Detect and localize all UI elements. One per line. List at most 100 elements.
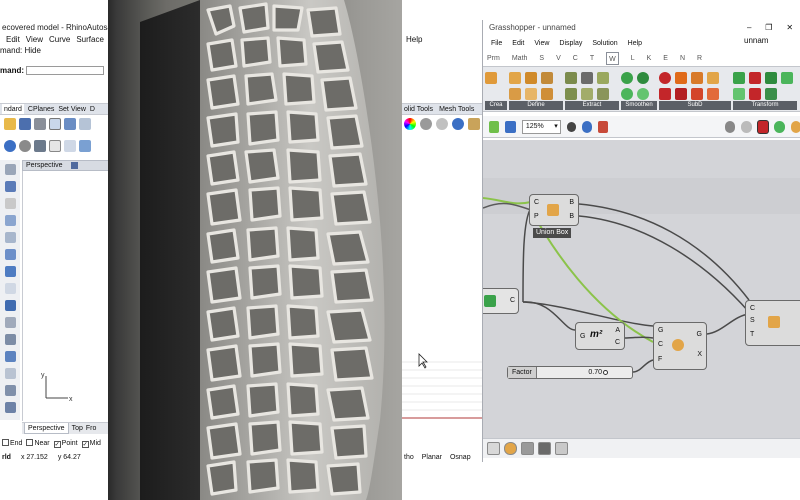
union-box-output-b2[interactable]: B bbox=[569, 213, 574, 220]
properties-icon[interactable] bbox=[64, 140, 76, 152]
tab-standard[interactable]: ndard bbox=[2, 104, 24, 114]
point-icon[interactable] bbox=[4, 181, 16, 192]
subd-box-icon[interactable] bbox=[707, 72, 719, 84]
gh-menu-file[interactable]: File bbox=[491, 38, 502, 50]
gh-menu-help[interactable]: Help bbox=[628, 38, 642, 50]
osnap-end[interactable]: End bbox=[2, 438, 22, 450]
normals-icon[interactable] bbox=[581, 88, 593, 100]
gh-tab-r[interactable]: R bbox=[697, 52, 702, 65]
transform-icon[interactable] bbox=[4, 317, 16, 328]
menu-edit[interactable]: Edit bbox=[6, 34, 20, 46]
vertices-icon[interactable] bbox=[565, 72, 577, 84]
menu-surface[interactable]: Surface bbox=[76, 34, 104, 46]
viewport-dropdown-icon[interactable] bbox=[70, 161, 78, 169]
save-icon[interactable] bbox=[19, 118, 31, 130]
zoom-extents-icon[interactable] bbox=[566, 121, 576, 132]
preview-off-icon[interactable] bbox=[724, 120, 736, 133]
subd-triangle-icon[interactable] bbox=[659, 88, 671, 100]
boolean-icon[interactable] bbox=[4, 334, 16, 345]
download-icon[interactable] bbox=[521, 442, 534, 455]
gh-tab-k[interactable]: K bbox=[647, 52, 652, 65]
gh-tab-sets[interactable]: S bbox=[539, 52, 544, 65]
tab-mesh-tools[interactable]: Mesh Tools bbox=[439, 104, 474, 114]
viewport-tab-front[interactable]: Fro bbox=[86, 423, 97, 434]
subd-sphere-icon[interactable] bbox=[659, 72, 671, 84]
options-icon[interactable] bbox=[79, 140, 91, 152]
minimize-button[interactable]: – bbox=[747, 20, 751, 36]
flip-icon[interactable] bbox=[749, 88, 761, 100]
command-line[interactable]: mand: bbox=[0, 65, 110, 76]
union-box-input-c[interactable]: C bbox=[534, 199, 539, 206]
viewport-tab-top[interactable]: Top bbox=[72, 423, 83, 434]
cube-edges-icon[interactable] bbox=[525, 72, 537, 84]
gh-menu-edit[interactable]: Edit bbox=[512, 38, 524, 50]
status-planar[interactable]: Planar bbox=[422, 453, 442, 463]
gh-tab-n[interactable]: N bbox=[680, 52, 685, 65]
osnap-near[interactable]: Near bbox=[26, 438, 50, 450]
mesh-icon[interactable] bbox=[4, 300, 16, 311]
tab-cplanes[interactable]: CPlanes bbox=[28, 104, 54, 114]
osnap-end-checkbox[interactable] bbox=[2, 439, 9, 446]
dimension-icon[interactable] bbox=[4, 368, 16, 379]
preview-mesh-icon[interactable] bbox=[790, 120, 800, 133]
circle-icon[interactable] bbox=[4, 232, 16, 243]
surface-icon[interactable] bbox=[4, 266, 16, 277]
render-sphere-icon[interactable] bbox=[19, 140, 31, 152]
osnap-mid[interactable]: ✓ Mid bbox=[81, 438, 101, 450]
gh-tab-l[interactable]: L bbox=[631, 52, 635, 65]
area-input-g[interactable]: G bbox=[580, 333, 585, 340]
area-output-a[interactable]: A bbox=[615, 327, 620, 334]
color-wheel-icon[interactable] bbox=[404, 118, 416, 130]
output-input-c[interactable]: C bbox=[750, 305, 755, 312]
preview-shaded-icon[interactable] bbox=[757, 120, 769, 133]
paste-icon[interactable] bbox=[79, 118, 91, 130]
gh-menu-display[interactable]: Display bbox=[559, 38, 582, 50]
gh-tab-weaverbird[interactable]: W bbox=[606, 52, 619, 65]
image-icon[interactable] bbox=[538, 442, 551, 455]
output-input-t[interactable]: T bbox=[750, 331, 754, 338]
catmull-clark-icon[interactable] bbox=[621, 72, 633, 84]
render-icon[interactable] bbox=[4, 402, 16, 413]
smooth-input-f[interactable]: F bbox=[658, 356, 662, 363]
union-box-output-b1[interactable]: B bbox=[569, 199, 574, 206]
gh-menu-view[interactable]: View bbox=[534, 38, 549, 50]
gh-menu-solution[interactable]: Solution bbox=[592, 38, 617, 50]
gh-tab-params[interactable]: Prm bbox=[487, 52, 500, 65]
sphere-icon[interactable] bbox=[4, 140, 16, 152]
grasshopper-canvas[interactable]: C P B B Union Box C G m² A C G C F G X C… bbox=[483, 140, 800, 440]
laplacian-icon[interactable] bbox=[621, 88, 633, 100]
unweld-icon[interactable] bbox=[541, 88, 553, 100]
offset-icon[interactable] bbox=[733, 72, 745, 84]
subd-frame-icon[interactable] bbox=[707, 88, 719, 100]
sierpinski-icon[interactable] bbox=[637, 88, 649, 100]
geometry-param-output-c[interactable]: C bbox=[510, 297, 515, 304]
smooth-input-c[interactable]: C bbox=[658, 341, 663, 348]
command-input[interactable] bbox=[26, 66, 105, 76]
save-file-icon[interactable] bbox=[505, 120, 516, 133]
cube-icon[interactable] bbox=[509, 72, 521, 84]
rhino-grid-viewport[interactable] bbox=[402, 340, 482, 420]
subd-cube-icon[interactable] bbox=[691, 72, 703, 84]
gh-tab-t[interactable]: T bbox=[590, 52, 594, 65]
restore-button[interactable]: ❐ bbox=[765, 20, 772, 36]
menu-view[interactable]: View bbox=[26, 34, 43, 46]
status-osnap[interactable]: Osnap bbox=[450, 453, 471, 463]
preview-selected-icon[interactable] bbox=[774, 120, 785, 133]
array-icon[interactable] bbox=[4, 351, 16, 362]
weld-icon[interactable] bbox=[525, 88, 537, 100]
area-node[interactable]: G m² A C bbox=[575, 322, 625, 350]
thicken-icon[interactable] bbox=[749, 72, 761, 84]
copy-icon[interactable] bbox=[64, 118, 76, 130]
tab-solid-tools[interactable]: olid Tools bbox=[404, 104, 433, 114]
gh-tab-curve[interactable]: C bbox=[573, 52, 578, 65]
join-icon[interactable] bbox=[509, 88, 521, 100]
cone-icon[interactable] bbox=[541, 72, 553, 84]
subd-cross-icon[interactable] bbox=[675, 72, 687, 84]
open-file-icon[interactable] bbox=[489, 120, 500, 133]
osnap-mid-checkbox[interactable]: ✓ bbox=[81, 441, 89, 448]
output-input-s[interactable]: S bbox=[750, 317, 755, 324]
osnap-point-checkbox[interactable]: ✓ bbox=[53, 441, 61, 448]
gh-tab-maths[interactable]: Math bbox=[512, 52, 528, 65]
material-sphere-icon[interactable] bbox=[420, 118, 432, 130]
sketch-icon[interactable] bbox=[597, 120, 609, 133]
